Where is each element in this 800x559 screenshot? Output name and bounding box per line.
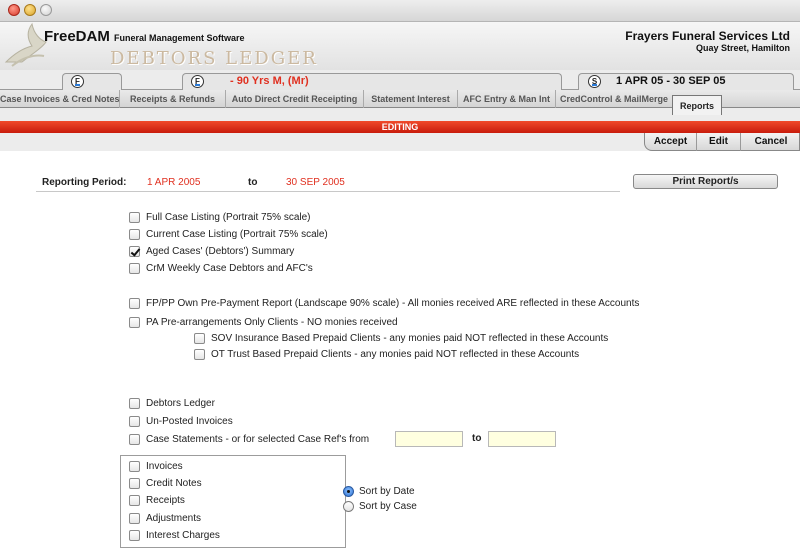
option-current-case-listing[interactable]: Current Case Listing (Portrait 75% scale… [129, 228, 328, 241]
option-label: OT Trust Based Prepaid Clients - any mon… [211, 349, 580, 360]
option-label: SOV Insurance Based Prepaid Clients - an… [211, 333, 609, 344]
case-ref-to-field[interactable] [488, 431, 556, 447]
case-ref-from-field[interactable] [395, 431, 463, 447]
tab-case-invoices[interactable]: Case Invoices & Cred Notes [0, 90, 120, 108]
checkbox[interactable] [129, 513, 140, 524]
option-unposted-invoices[interactable]: Un-Posted Invoices [129, 415, 233, 428]
f-badge-icon: F [191, 75, 204, 88]
folder-tab-1[interactable]: F [62, 73, 122, 90]
checkbox[interactable] [129, 434, 140, 445]
radio-sort-by-case[interactable]: Sort by Case [343, 500, 417, 513]
option-label: FP/PP Own Pre-Payment Report (Landscape … [146, 298, 640, 309]
window-titlebar [0, 0, 800, 22]
checkbox[interactable] [194, 333, 205, 344]
radio-label: Sort by Case [359, 501, 417, 512]
option-pa-prearrangements[interactable]: PA Pre-arrangements Only Clients - NO mo… [129, 316, 398, 329]
option-label: CrM Weekly Case Debtors and AFC's [146, 263, 313, 274]
option-fp-pp-prepayment[interactable]: FP/PP Own Pre-Payment Report (Landscape … [129, 297, 639, 310]
s-badge-icon: S [588, 75, 601, 88]
checkbox[interactable] [129, 398, 140, 409]
checkbox[interactable] [129, 495, 140, 506]
accept-button[interactable]: Accept [645, 133, 697, 151]
app-name: FreeDAM Funeral Management Software [44, 28, 245, 45]
reporting-period-label: Reporting Period: [42, 177, 127, 188]
option-label: Invoices [146, 461, 183, 472]
case-ref-to-label: to [472, 433, 482, 444]
option-debtors-ledger[interactable]: Debtors Ledger [129, 397, 215, 410]
radio-sort-by-date[interactable]: Sort by Date [343, 485, 415, 498]
cancel-button[interactable]: Cancel [741, 133, 800, 151]
option-full-case-listing[interactable]: Full Case Listing (Portrait 75% scale) [129, 211, 311, 224]
option-label: Credit Notes [146, 478, 202, 489]
option-label: Un-Posted Invoices [146, 416, 233, 427]
option-label: Aged Cases' (Debtors') Summary [146, 246, 295, 257]
reporting-period-to[interactable]: 30 SEP 2005 [286, 177, 345, 188]
tab-auto-direct-credit[interactable]: Auto Direct Credit Receipting [226, 90, 364, 108]
radio-label: Sort by Date [359, 486, 415, 497]
option-label: Interest Charges [146, 530, 220, 541]
option-ot-trust[interactable]: OT Trust Based Prepaid Clients - any mon… [194, 348, 579, 361]
option-label: Current Case Listing (Portrait 75% scale… [146, 229, 328, 240]
divider [36, 191, 620, 192]
option-label: Full Case Listing (Portrait 75% scale) [146, 212, 311, 223]
reporting-period-to-label: to [248, 177, 258, 188]
option-label: PA Pre-arrangements Only Clients - NO mo… [146, 317, 398, 328]
checkbox-checked[interactable] [129, 246, 140, 257]
option-invoices[interactable]: Invoices [129, 460, 183, 473]
checkbox[interactable] [129, 416, 140, 427]
company-location: Quay Street, Hamilton [695, 43, 790, 53]
checkbox[interactable] [129, 317, 140, 328]
radio-unselected[interactable] [343, 501, 354, 512]
option-interest-charges[interactable]: Interest Charges [129, 529, 220, 542]
checkbox[interactable] [129, 212, 140, 223]
mode-bar: EDITING [0, 121, 800, 133]
close-window-icon[interactable] [8, 4, 20, 16]
zoom-window-icon[interactable] [40, 4, 52, 16]
app-header: FreeDAM Funeral Management Software DEBT… [0, 22, 800, 70]
option-case-statements[interactable]: Case Statements - or for selected Case R… [129, 433, 369, 446]
tab-receipts-refunds[interactable]: Receipts & Refunds [120, 90, 226, 108]
checkbox[interactable] [194, 349, 205, 360]
option-label: Adjustments [146, 513, 202, 524]
client-info: - 90 Yrs M, (Mr) [230, 75, 309, 87]
app-name-text: FreeDAM [44, 28, 110, 45]
f-badge-icon: F [71, 75, 84, 88]
checkbox[interactable] [129, 478, 140, 489]
app-subtitle: Funeral Management Software [114, 33, 245, 43]
checkbox[interactable] [129, 263, 140, 274]
option-adjustments[interactable]: Adjustments [129, 512, 201, 525]
checkbox[interactable] [129, 461, 140, 472]
tab-reports[interactable]: Reports [672, 95, 722, 115]
module-title: DEBTORS LEDGER [110, 48, 318, 69]
option-crm-weekly[interactable]: CrM Weekly Case Debtors and AFC's [129, 262, 313, 275]
company-info: Frayers Funeral Services Ltd Quay Street… [625, 29, 790, 53]
option-aged-cases-summary[interactable]: Aged Cases' (Debtors') Summary [129, 245, 294, 258]
minimize-window-icon[interactable] [24, 4, 36, 16]
option-sov-insurance[interactable]: SOV Insurance Based Prepaid Clients - an… [194, 332, 608, 345]
company-name: Frayers Funeral Services Ltd [625, 29, 790, 43]
edit-button[interactable]: Edit [697, 133, 741, 151]
action-buttons: Accept Edit Cancel [644, 133, 800, 151]
option-credit-notes[interactable]: Credit Notes [129, 477, 202, 490]
checkbox[interactable] [129, 530, 140, 541]
tab-credcontrol[interactable]: CredControl & MailMerge [556, 90, 672, 108]
reporting-period-from[interactable]: 1 APR 2005 [147, 177, 200, 188]
radio-selected[interactable] [343, 486, 354, 497]
header-period: 1 APR 05 - 30 SEP 05 [616, 75, 726, 87]
print-reports-button[interactable]: Print Report/s [633, 174, 778, 189]
option-receipts[interactable]: Receipts [129, 494, 185, 507]
option-label: Debtors Ledger [146, 398, 215, 409]
checkbox[interactable] [129, 298, 140, 309]
option-label: Case Statements - or for selected Case R… [146, 434, 370, 445]
checkbox[interactable] [129, 229, 140, 240]
option-label: Receipts [146, 495, 185, 506]
tab-afc-entry[interactable]: AFC Entry & Man Int [458, 90, 556, 108]
tab-statement-interest[interactable]: Statement Interest [364, 90, 458, 108]
